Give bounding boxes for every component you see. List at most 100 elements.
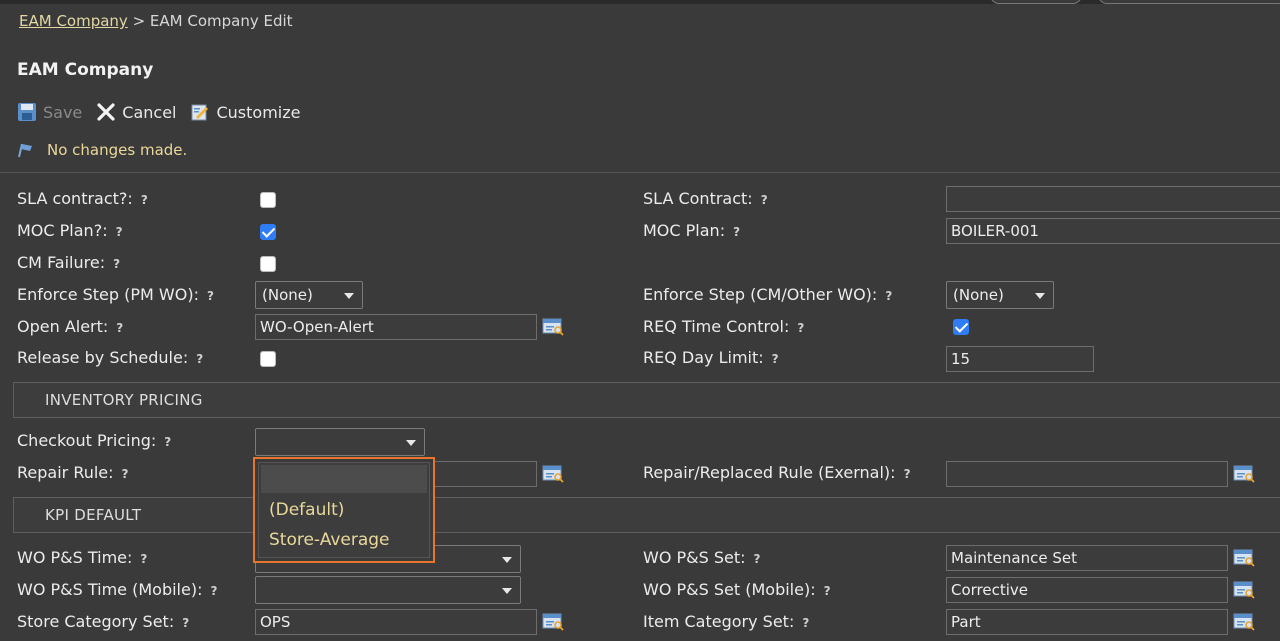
section-kpi-default[interactable]: KPI DEFAULT [13, 497, 1280, 533]
enforce-step-cm-value: (None) [953, 286, 1004, 304]
release-by-schedule-label: Release by Schedule:? [17, 348, 203, 367]
help-icon[interactable]: ? [754, 552, 761, 566]
customize-button[interactable]: Customize [190, 102, 300, 122]
section-inventory-pricing[interactable]: INVENTORY PRICING [13, 382, 1280, 418]
help-icon[interactable]: ? [885, 289, 892, 303]
chevron-down-icon [1035, 293, 1045, 299]
top-button-left[interactable] [990, 0, 1082, 4]
floppy-disk-icon [17, 102, 37, 122]
dropdown-option-blank[interactable] [261, 465, 427, 493]
toolbar: Save Cancel Customize [17, 102, 314, 122]
req-time-control-label: REQ Time Control:? [643, 317, 804, 336]
sla-contract-q-checkbox[interactable] [260, 192, 276, 208]
lookup-icon[interactable] [1233, 465, 1255, 483]
top-button-right[interactable] [1098, 0, 1280, 4]
checkout-pricing-text: Checkout Pricing: [17, 431, 157, 450]
checkout-pricing-dropdown-list: (Default) Store-Average [258, 462, 430, 558]
enforce-step-cm-text: Enforce Step (CM/Other WO): [643, 285, 878, 304]
breadcrumb-current: EAM Company Edit [149, 12, 293, 30]
cancel-button[interactable]: Cancel [96, 102, 176, 122]
wo-ps-time-mobile-select[interactable] [255, 576, 521, 604]
lookup-icon[interactable] [542, 465, 564, 483]
req-time-control-checkbox[interactable] [953, 319, 969, 335]
help-icon[interactable]: ? [207, 289, 214, 303]
wo-ps-time-mobile-text: WO P&S Time (Mobile): [17, 580, 203, 599]
help-icon[interactable]: ? [210, 584, 217, 598]
help-icon[interactable]: ? [733, 225, 740, 239]
item-category-set-label: Item Category Set:? [643, 612, 809, 631]
open-alert-text: Open Alert: [17, 317, 109, 336]
moc-plan-input[interactable]: BOILER-001 [946, 218, 1280, 244]
save-label: Save [43, 102, 83, 122]
wo-ps-set-label: WO P&S Set:? [643, 548, 761, 567]
divider [0, 172, 1280, 173]
moc-plan-text: MOC Plan: [643, 221, 726, 240]
wo-ps-time-label: WO P&S Time:? [17, 548, 147, 567]
wo-ps-time-mobile-label: WO P&S Time (Mobile):? [17, 580, 217, 599]
lookup-icon[interactable] [542, 613, 564, 631]
repair-replaced-rule-input[interactable] [946, 461, 1228, 487]
lookup-icon[interactable] [1233, 581, 1255, 599]
help-icon[interactable]: ? [122, 467, 129, 481]
lookup-icon[interactable] [1233, 549, 1255, 567]
help-icon[interactable]: ? [797, 321, 804, 335]
breadcrumb-link-eam-company[interactable]: EAM Company [19, 12, 128, 30]
help-icon[interactable]: ? [182, 616, 189, 630]
wo-ps-set-mobile-text: WO P&S Set (Mobile): [643, 580, 816, 599]
sla-contract-label: SLA Contract:? [643, 189, 768, 208]
help-icon[interactable]: ? [113, 257, 120, 271]
help-icon[interactable]: ? [141, 193, 148, 207]
enforce-step-cm-select[interactable]: (None) [946, 281, 1054, 309]
help-icon[interactable]: ? [196, 352, 203, 366]
chevron-down-icon [502, 588, 512, 594]
checkout-pricing-select[interactable] [255, 428, 425, 456]
help-icon[interactable]: ? [116, 225, 123, 239]
open-alert-input[interactable]: WO-Open-Alert [255, 314, 537, 340]
store-category-set-text: Store Category Set: [17, 612, 175, 631]
help-icon[interactable]: ? [824, 584, 831, 598]
lookup-icon[interactable] [542, 318, 564, 336]
moc-plan-q-text: MOC Plan?: [17, 221, 108, 240]
help-icon[interactable]: ? [772, 352, 779, 366]
store-category-set-input[interactable]: OPS [255, 609, 537, 635]
chevron-down-icon [406, 440, 416, 446]
wo-ps-time-text: WO P&S Time: [17, 548, 133, 567]
help-icon[interactable]: ? [802, 616, 809, 630]
info-flag-icon [17, 141, 35, 159]
top-bar [0, 0, 1280, 4]
help-icon[interactable]: ? [904, 467, 911, 481]
help-icon[interactable]: ? [140, 552, 147, 566]
wo-ps-set-mobile-input[interactable]: Corrective [946, 577, 1228, 603]
sla-contract-q-label: SLA contract?:? [17, 189, 148, 208]
dropdown-option-default[interactable]: (Default) [269, 500, 344, 520]
help-icon[interactable]: ? [761, 193, 768, 207]
dropdown-option-store-average[interactable]: Store-Average [269, 530, 390, 550]
checkout-pricing-dropdown: (Default) Store-Average [253, 457, 435, 563]
lookup-icon[interactable] [1233, 613, 1255, 631]
page-title: EAM Company [17, 60, 154, 80]
chevron-down-icon [344, 293, 354, 299]
moc-plan-q-checkbox[interactable] [260, 224, 276, 240]
help-icon[interactable]: ? [164, 435, 171, 449]
enforce-step-pm-select[interactable]: (None) [255, 281, 363, 309]
wo-ps-set-input[interactable]: Maintenance Set [946, 545, 1228, 571]
cm-failure-checkbox[interactable] [260, 256, 276, 272]
release-by-schedule-checkbox[interactable] [260, 351, 276, 367]
moc-plan-label: MOC Plan:? [643, 221, 740, 240]
req-day-limit-input[interactable]: 15 [946, 346, 1094, 372]
item-category-set-input[interactable]: Part [946, 609, 1228, 635]
sla-contract-input[interactable] [946, 186, 1280, 212]
enforce-step-pm-label: Enforce Step (PM WO):? [17, 285, 214, 304]
help-icon[interactable]: ? [116, 321, 123, 335]
cm-failure-label: CM Failure:? [17, 253, 120, 272]
save-button[interactable]: Save [17, 102, 82, 122]
breadcrumb-separator: > [127, 12, 150, 30]
req-time-control-text: REQ Time Control: [643, 317, 790, 336]
item-category-set-text: Item Category Set: [643, 612, 795, 631]
req-day-limit-text: REQ Day Limit: [643, 348, 764, 367]
open-alert-label: Open Alert:? [17, 317, 123, 336]
req-day-limit-label: REQ Day Limit:? [643, 348, 779, 367]
section-inventory-pricing-title: INVENTORY PRICING [45, 391, 203, 409]
close-icon [96, 102, 116, 122]
breadcrumb: EAM Company > EAM Company Edit [19, 12, 293, 30]
